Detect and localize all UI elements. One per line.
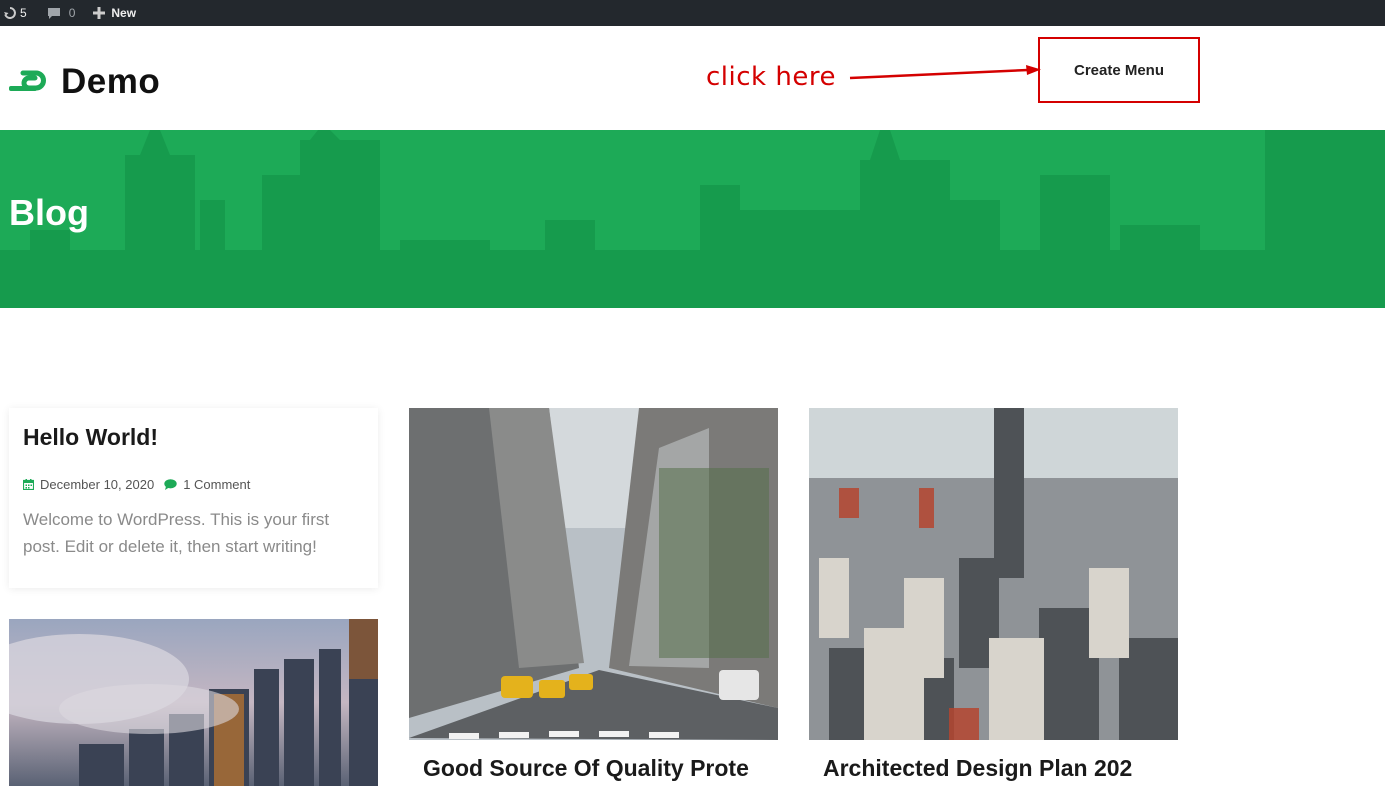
annotation-text: click here	[706, 62, 836, 92]
post-meta: December 10, 2020 1 Comment	[23, 477, 364, 492]
admin-bar: 5 0 New	[0, 0, 1385, 26]
foggy-city-image	[9, 619, 378, 786]
calendar-icon	[23, 479, 34, 490]
post-thumbnail-aerial-city[interactable]	[809, 408, 1178, 740]
skyline-background-image	[0, 130, 1385, 308]
post-title[interactable]: Good Source Of Quality Prote	[423, 755, 765, 782]
city-street-image	[409, 408, 778, 740]
comment-bubble-icon	[164, 479, 177, 490]
post-comments-count: 1 Comment	[183, 477, 251, 492]
logo-icon	[9, 70, 46, 91]
post-thumbnail-street[interactable]	[409, 408, 778, 740]
updates-icon	[4, 7, 16, 19]
comments-item[interactable]: 0	[47, 0, 76, 26]
post-thumbnail-foggy-city[interactable]	[9, 619, 378, 786]
post-card-hello-world: Hello World! December 10, 2020 1 Comment…	[9, 408, 378, 588]
page-banner: Blog	[0, 130, 1385, 308]
new-label: New	[111, 6, 137, 20]
updates-item[interactable]: 5	[4, 0, 27, 26]
post-excerpt: Welcome to WordPress. This is your first…	[23, 510, 330, 556]
post-title[interactable]: Hello World!	[23, 424, 364, 451]
updates-count: 5	[20, 6, 27, 20]
aerial-city-image	[809, 408, 1178, 740]
site-logo[interactable]: Demo	[9, 62, 160, 102]
annotation-arrow-icon	[849, 65, 1041, 80]
site-header: Demo click here Create Menu	[0, 26, 1385, 130]
page-title: Blog	[9, 192, 89, 233]
post-title[interactable]: Architected Design Plan 202	[823, 755, 1165, 782]
site-title: Demo	[61, 62, 161, 101]
plus-icon	[93, 7, 106, 19]
create-menu-link[interactable]: Create Menu	[1038, 37, 1200, 103]
post-comments-link[interactable]: 1 Comment	[164, 477, 250, 492]
comments-count: 0	[68, 6, 76, 20]
create-menu-label: Create Menu	[1073, 61, 1165, 79]
post-date[interactable]: December 10, 2020	[40, 477, 154, 492]
new-content-item[interactable]: New	[93, 0, 136, 26]
comment-icon	[47, 7, 60, 19]
